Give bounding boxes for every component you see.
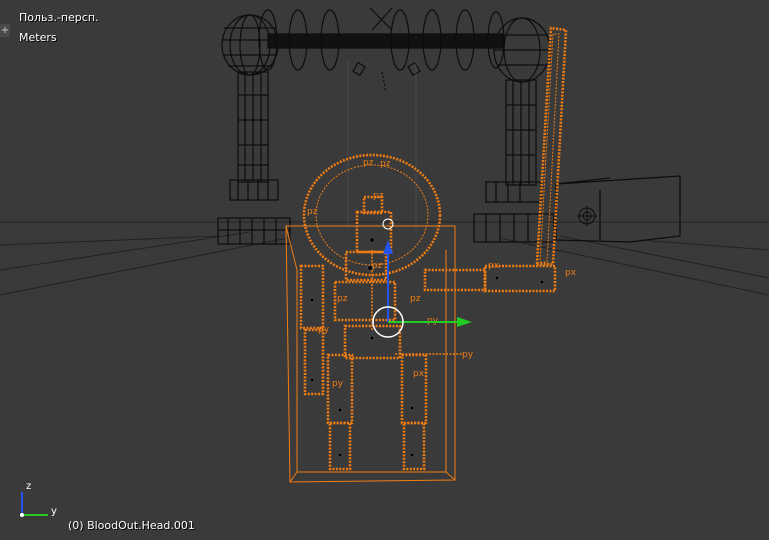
bone-label-py-left: py <box>318 325 330 335</box>
y-axis-label: y <box>51 506 57 517</box>
left-pillar-mesh <box>217 14 291 245</box>
active-object-status: (0) BloodOut.Head.001 <box>68 519 195 532</box>
bone-label-py-pelvis: py <box>332 379 344 389</box>
bone-axis-labels: pz pz pz pz pz pz pz py py py py px px p… <box>307 158 577 389</box>
z-axis-label: z <box>26 481 31 492</box>
view-axis-gizmo: z y <box>20 481 57 517</box>
bone-label-pz-head: pz <box>373 191 384 201</box>
tool-shelf-expand-button[interactable]: + <box>0 24 10 37</box>
bone-label-px-leg: px <box>413 369 425 379</box>
bone-label-pz-neck: pz <box>372 261 383 271</box>
bone-label-py-hip: py <box>462 350 474 360</box>
scene-canvas[interactable]: pz pz pz pz pz pz pz py py py py px px p… <box>0 0 769 540</box>
bone-label-pz-left: pz <box>307 207 318 217</box>
view-name-label: Польз.-персп. <box>19 11 99 24</box>
right-pillar-mesh <box>473 17 681 243</box>
transform-gizmo[interactable] <box>383 240 472 327</box>
bone-label-px-arm: px <box>488 261 500 271</box>
bone-label-pz-chest-r: pz <box>410 294 421 304</box>
3d-viewport[interactable]: pz pz pz pz pz pz pz py py py py px px p… <box>0 0 769 540</box>
bone-label-pz-top-a: pz <box>363 158 374 168</box>
small-gear-mesh <box>577 206 597 226</box>
units-label: Meters <box>19 31 57 44</box>
bone-label-pz-chest-l: pz <box>337 294 348 304</box>
bone-label-px-hand: px <box>565 268 577 278</box>
bone-label-pz-top-b: pz <box>380 159 391 169</box>
ground-grid <box>0 221 769 296</box>
armature-selected[interactable] <box>285 26 568 483</box>
